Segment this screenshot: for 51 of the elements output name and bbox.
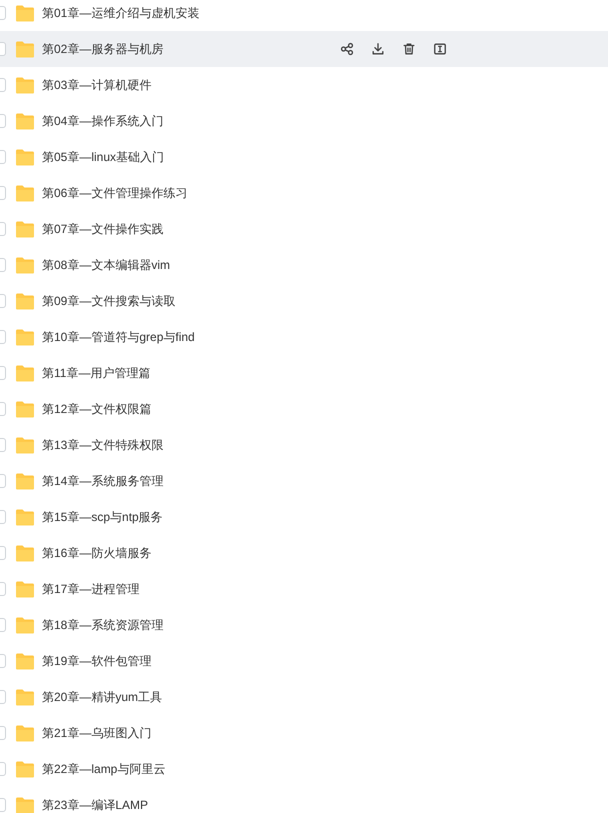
folder-icon	[15, 724, 35, 742]
folder-name[interactable]: 第13章—文件特殊权限	[42, 436, 164, 454]
folder-name[interactable]: 第22章—lamp与阿里云	[42, 760, 166, 778]
folder-name[interactable]: 第15章—scp与ntp服务	[42, 508, 163, 526]
folder-icon	[15, 40, 35, 58]
file-row[interactable]: 第02章—服务器与机房	[0, 31, 608, 67]
folder-name[interactable]: 第07章—文件操作实践	[42, 220, 164, 238]
trash-icon[interactable]	[401, 41, 417, 57]
folder-icon	[15, 544, 35, 562]
folder-name[interactable]: 第10章—管道符与grep与find	[42, 328, 195, 346]
folder-icon	[15, 652, 35, 670]
folder-icon	[15, 508, 35, 526]
folder-icon	[15, 364, 35, 382]
folder-icon	[15, 328, 35, 346]
folder-name[interactable]: 第12章—文件权限篇	[42, 400, 152, 418]
text-cursor-icon[interactable]	[432, 41, 448, 57]
folder-name[interactable]: 第01章—运维介绍与虚机安装	[42, 4, 200, 22]
folder-name[interactable]: 第16章—防火墙服务	[42, 544, 152, 562]
share-icon[interactable]	[339, 41, 355, 57]
folder-name[interactable]: 第17章—进程管理	[42, 580, 140, 598]
folder-icon	[15, 76, 35, 94]
folder-name[interactable]: 第19章—软件包管理	[42, 652, 152, 670]
folder-name[interactable]: 第05章—linux基础入门	[42, 148, 164, 166]
folder-icon	[15, 436, 35, 454]
folder-name[interactable]: 第23章—编译LAMP	[42, 796, 148, 813]
folder-icon	[15, 4, 35, 22]
folder-icon	[15, 688, 35, 706]
folder-name[interactable]: 第14章—系统服务管理	[42, 472, 164, 490]
folder-icon	[15, 796, 35, 813]
folder-icon	[15, 616, 35, 634]
folder-icon	[15, 400, 35, 418]
folder-icon	[15, 148, 35, 166]
folder-name[interactable]: 第09章—文件搜索与读取	[42, 292, 176, 310]
folder-name[interactable]: 第11章—用户管理篇	[42, 364, 150, 382]
folder-name[interactable]: 第21章—乌班图入门	[42, 724, 152, 742]
folder-name[interactable]: 第02章—服务器与机房	[42, 40, 164, 58]
folder-name[interactable]: 第06章—文件管理操作练习	[42, 184, 188, 202]
folder-name[interactable]: 第04章—操作系统入门	[42, 112, 164, 130]
folder-name[interactable]: 第08章—文本编辑器vim	[42, 256, 170, 274]
folder-icon	[15, 220, 35, 238]
folder-icon	[15, 760, 35, 778]
download-icon[interactable]	[370, 41, 386, 57]
folder-icon	[15, 184, 35, 202]
folder-name[interactable]: 第20章—精讲yum工具	[42, 688, 162, 706]
folder-name[interactable]: 第18章—系统资源管理	[42, 616, 164, 634]
folder-icon	[15, 472, 35, 490]
folder-icon	[15, 580, 35, 598]
folder-name[interactable]: 第03章—计算机硬件	[42, 76, 152, 94]
folder-icon	[15, 292, 35, 310]
folder-icon	[15, 112, 35, 130]
folder-icon	[15, 256, 35, 274]
